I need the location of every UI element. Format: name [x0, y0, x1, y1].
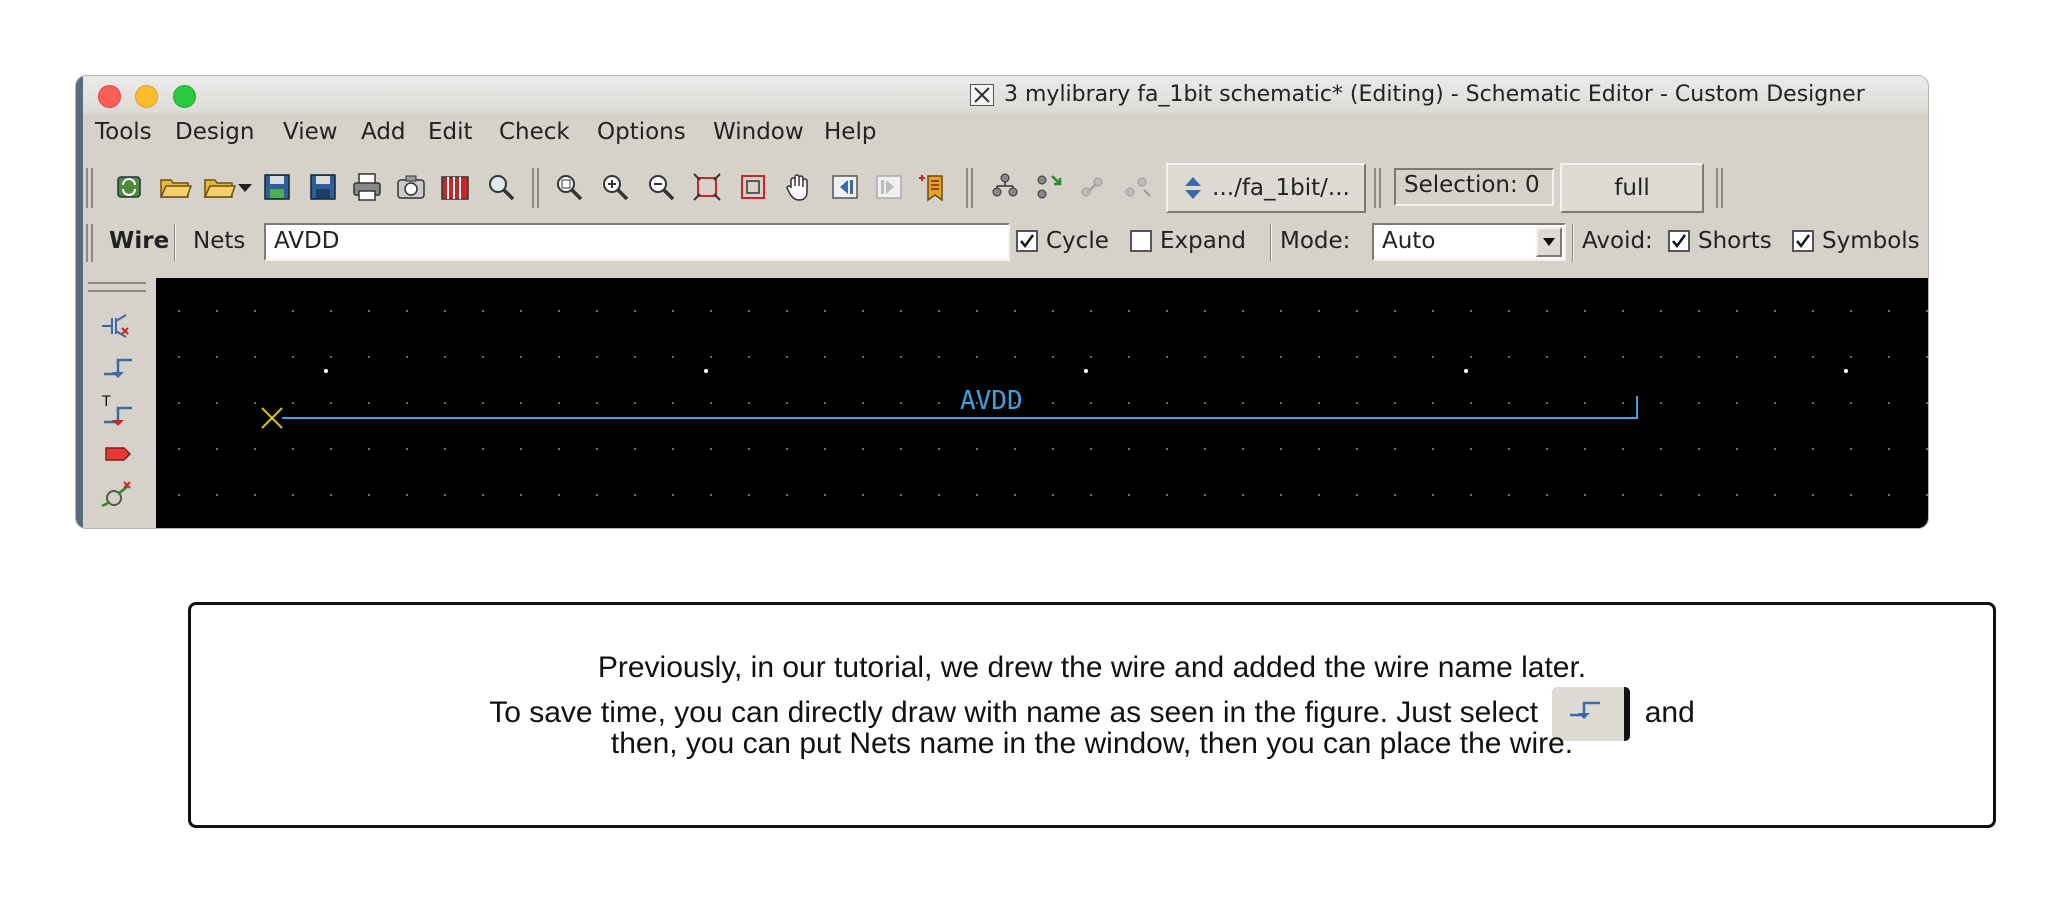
tool-palette: T: [76, 276, 156, 528]
previous-view-icon[interactable]: [828, 170, 862, 204]
window-title: 3 mylibrary fa_1bit schematic* (Editing)…: [1004, 82, 1865, 107]
library-icon[interactable]: [438, 170, 472, 204]
nets-label: Nets: [193, 228, 246, 254]
cycle-label: Cycle: [1046, 228, 1109, 254]
menu-options[interactable]: Options: [597, 119, 686, 145]
ascend-icon[interactable]: [1076, 170, 1110, 204]
fit-icon[interactable]: [690, 170, 724, 204]
wire-options-bar: Wire Nets AVDD Cycle Expand Mode: Auto A…: [76, 216, 1928, 270]
toolbar-grip[interactable]: [86, 224, 93, 262]
mode-value: Auto: [1382, 228, 1436, 254]
close-window-button[interactable]: [98, 85, 121, 108]
schematic-canvas[interactable]: AVDD: [156, 278, 1928, 528]
next-view-icon[interactable]: [872, 170, 906, 204]
print-icon[interactable]: [350, 170, 384, 204]
zoom-in-icon[interactable]: [598, 170, 632, 204]
chevron-down-icon[interactable]: [236, 170, 254, 204]
menu-add[interactable]: Add: [361, 119, 406, 145]
menu-design[interactable]: Design: [175, 119, 254, 145]
toolbar-grip[interactable]: [86, 168, 93, 208]
shorts-label: Shorts: [1698, 228, 1772, 254]
return-icon[interactable]: [1120, 170, 1154, 204]
main-toolbar: .../fa_1bit/... Selection: 0 full: [76, 160, 1928, 216]
zoom-window-button[interactable]: [173, 85, 196, 108]
svg-text:T: T: [101, 394, 111, 410]
menu-view[interactable]: View: [283, 119, 338, 145]
descend-icon[interactable]: [1032, 170, 1066, 204]
canvas-drawing: [261, 369, 1848, 429]
bookmark-icon[interactable]: [916, 170, 950, 204]
toolbar-grip[interactable]: [966, 168, 973, 208]
save-icon[interactable]: [260, 170, 294, 204]
mode-label: Mode:: [1280, 228, 1351, 254]
up-down-icon: [1185, 177, 1202, 199]
hierarchy-icon[interactable]: [988, 170, 1022, 204]
x11-app-icon: [970, 84, 994, 106]
refresh-icon[interactable]: [112, 170, 146, 204]
mode-select[interactable]: Auto: [1372, 223, 1566, 261]
minimize-window-button[interactable]: [135, 85, 158, 108]
symbols-label: Symbols: [1822, 228, 1920, 254]
add-wire-icon: [1570, 701, 1601, 719]
shorts-checkbox[interactable]: [1668, 230, 1690, 252]
add-component-icon[interactable]: [98, 476, 138, 516]
note-line-2-start: To save time, you can directly draw with…: [489, 695, 1539, 729]
add-pin-icon[interactable]: [98, 434, 138, 474]
title-bar: 3 mylibrary fa_1bit schematic* (Editing)…: [76, 76, 1928, 114]
toolbar-grip[interactable]: [532, 168, 539, 208]
menu-tools[interactable]: Tools: [95, 119, 152, 145]
menu-bar: Tools Design View Add Edit Check Options…: [76, 114, 1928, 150]
note-line-2-end: and: [1644, 695, 1695, 729]
wire-start-marker: [261, 407, 283, 429]
chevron-down-icon[interactable]: [1536, 227, 1562, 257]
open-folder-dropdown-icon[interactable]: [202, 170, 237, 204]
open-folder-icon[interactable]: [158, 170, 193, 204]
zoom-select-icon[interactable]: [552, 170, 586, 204]
grid-major-points: [324, 369, 1848, 373]
separator: [174, 224, 176, 262]
zoom-out-icon[interactable]: [644, 170, 678, 204]
separator: [1572, 224, 1574, 262]
full-button[interactable]: full: [1560, 163, 1704, 213]
menu-window[interactable]: Window: [713, 119, 804, 145]
note-line-1: Previously, in our tutorial, we drew the…: [597, 651, 1587, 684]
wire-mode-label: Wire: [109, 228, 170, 254]
tutorial-note: Previously, in our tutorial, we drew the…: [188, 602, 1996, 828]
menu-help[interactable]: Help: [824, 119, 876, 145]
toolbar-grip[interactable]: [1374, 168, 1381, 208]
expand-checkbox[interactable]: [1130, 230, 1152, 252]
schematic-editor-window: 3 mylibrary fa_1bit schematic* (Editing)…: [76, 76, 1928, 528]
nets-input[interactable]: AVDD: [264, 223, 1010, 261]
menu-check[interactable]: Check: [499, 119, 570, 145]
cycle-checkbox[interactable]: [1016, 230, 1038, 252]
add-wire-name-icon[interactable]: T: [98, 392, 138, 432]
note-line-3: then, you can put Nets name in the windo…: [610, 727, 1574, 760]
menu-edit[interactable]: Edit: [428, 119, 473, 145]
search-icon[interactable]: [484, 170, 518, 204]
toolbar-grip[interactable]: [1716, 168, 1723, 208]
fit-selection-icon[interactable]: [736, 170, 770, 204]
separator: [1270, 224, 1272, 262]
snapshot-icon[interactable]: [394, 170, 428, 204]
selection-count: Selection: 0: [1394, 168, 1554, 206]
add-wire-icon[interactable]: [98, 348, 138, 388]
expand-label: Expand: [1160, 228, 1247, 254]
add-instance-icon[interactable]: [98, 304, 138, 344]
symbols-checkbox[interactable]: [1792, 230, 1814, 252]
design-path-label: .../fa_1bit/...: [1212, 175, 1350, 201]
wire-name-label[interactable]: AVDD: [960, 386, 1023, 416]
save-as-icon[interactable]: [306, 170, 340, 204]
design-path-button[interactable]: .../fa_1bit/...: [1166, 163, 1366, 213]
pan-hand-icon[interactable]: [782, 170, 816, 204]
avoid-label: Avoid:: [1582, 228, 1653, 254]
palette-grip[interactable]: [88, 282, 146, 292]
